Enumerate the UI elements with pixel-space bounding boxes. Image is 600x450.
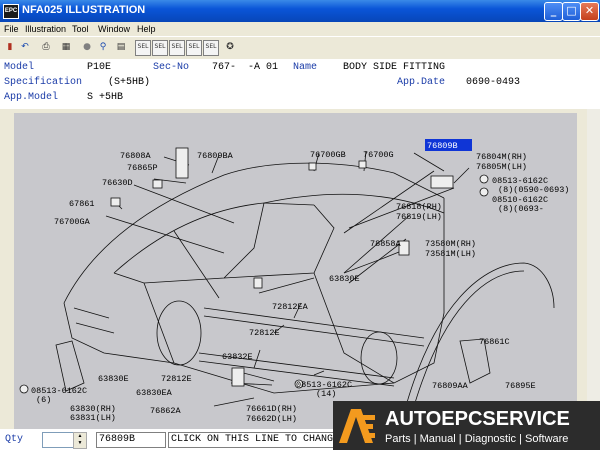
callout-63830E-a[interactable]: 63830E — [329, 274, 360, 284]
callout-labels: 76808A 76865P 76809BA 76700GB 76700G 768… — [31, 141, 569, 424]
callout-76808A[interactable]: 76808A — [120, 151, 152, 161]
brand-name: AUTOEPCSERVICE — [385, 408, 570, 430]
print-icon[interactable]: ⎙ — [39, 40, 53, 54]
callout-76809B[interactable]: 76809B — [427, 141, 458, 151]
info-panel: Model P10E Sec-No 767- -A 01 Name BODY S… — [0, 59, 600, 109]
menu-window[interactable]: Window — [98, 24, 130, 34]
callout-08513-qty[interactable]: (8)(0590-0693) — [498, 185, 569, 195]
callout-76700G[interactable]: 76700G — [363, 150, 394, 160]
callout-08510-qty[interactable]: (8)(0693- — [498, 204, 544, 214]
callout-76818[interactable]: 76818(RH) — [396, 202, 442, 212]
sel-button-2[interactable]: SEL — [152, 40, 168, 56]
callout-08513-b-qty[interactable]: (14) — [316, 389, 336, 399]
callout-76809BA[interactable]: 76809BA — [197, 151, 234, 161]
calculator-icon[interactable]: ▦ — [59, 40, 73, 54]
model-label: Model — [4, 62, 35, 73]
callout-76862A[interactable]: 76862A — [150, 406, 182, 416]
secno-label: Sec-No — [153, 62, 190, 73]
callout-72812EA[interactable]: 72812EA — [272, 302, 309, 312]
callout-72812E-b[interactable]: 72812E — [161, 374, 192, 384]
appmodel-value: S +5HB — [87, 92, 124, 103]
vertical-scrollbar[interactable] — [587, 109, 600, 429]
illustration-area: 76808A 76865P 76809BA 76700GB 76700G 768… — [0, 109, 600, 429]
brand-banner: AUTOEPCSERVICE Parts | Manual | Diagnost… — [333, 401, 600, 450]
brand-tagline: Parts | Manual | Diagnostic | Software — [385, 433, 569, 445]
callout-76661D[interactable]: 76661D(RH) — [246, 404, 297, 414]
callout-73580M[interactable]: 73580M(RH) — [425, 239, 476, 249]
sel-button-4[interactable]: SEL — [186, 40, 202, 56]
car-outline — [55, 150, 555, 414]
spec-label: Specification — [4, 77, 83, 88]
callout-76819[interactable]: 76819(LH) — [396, 212, 442, 222]
callout-63830E-b[interactable]: 63830E — [98, 374, 129, 384]
title-bar: EPC NFA025 ILLUSTRATION _ □ ✕ — [0, 0, 600, 22]
callout-72812E-a[interactable]: 72812E — [249, 328, 280, 338]
part-number-field[interactable]: 76809B — [96, 432, 166, 448]
appmodel-label: App.Model — [4, 92, 59, 103]
callout-08513-c-qty[interactable]: (6) — [36, 395, 51, 405]
menu-file[interactable]: File — [4, 24, 19, 34]
menu-tool[interactable]: Tool — [72, 24, 89, 34]
callout-76805M[interactable]: 76805M(LH) — [476, 162, 527, 172]
brand-logo-icon — [339, 409, 375, 443]
change-line-field[interactable]: CLICK ON THIS LINE TO CHANGE — [168, 432, 338, 448]
callout-76809AA[interactable]: 76809AA — [432, 381, 469, 391]
parts-illustration[interactable]: 76808A 76865P 76809BA 76700GB 76700G 768… — [14, 113, 577, 429]
appdate-value: 0690-0493 — [466, 77, 521, 88]
callout-73581M[interactable]: 73581M(LH) — [425, 249, 476, 259]
minimize-button[interactable]: _ — [544, 2, 563, 21]
callout-67861[interactable]: 67861 — [69, 199, 95, 209]
spec-value: (S+5HB) — [108, 77, 151, 88]
toolbar: ▮ ↶ ⎙ ▦ ● ⚲ ▤ SEL SEL SEL SEL SEL ✪ — [0, 36, 600, 60]
dot-icon[interactable]: ● — [80, 40, 94, 54]
app-icon: EPC — [3, 4, 19, 19]
callout-76700GA[interactable]: 76700GA — [54, 217, 91, 227]
callout-76865P[interactable]: 76865P — [127, 163, 158, 173]
light-bulb-icon[interactable]: ✪ — [223, 40, 237, 54]
callout-78858A[interactable]: 78858A — [370, 239, 402, 249]
callout-76700GB[interactable]: 76700GB — [310, 150, 346, 160]
sel-button-3[interactable]: SEL — [169, 40, 185, 56]
exit-icon[interactable]: ▮ — [3, 40, 17, 54]
window-title: NFA025 ILLUSTRATION — [22, 4, 146, 16]
menu-illustration[interactable]: Illustration — [25, 24, 66, 34]
back-icon[interactable]: ↶ — [18, 40, 32, 54]
model-value: P10E — [87, 62, 112, 73]
secno-value: 767- -A 01 — [212, 62, 279, 73]
qty-label: Qty — [5, 434, 24, 445]
name-value: BODY SIDE FITTING — [343, 62, 446, 73]
name-label: Name — [293, 62, 318, 73]
qty-spinner[interactable]: ▲ ▼ — [73, 432, 87, 449]
qty-input[interactable] — [42, 432, 74, 448]
callout-76804M[interactable]: 76804M(RH) — [476, 152, 527, 162]
callout-63831-lh[interactable]: 63831(LH) — [70, 413, 116, 423]
book-icon[interactable]: ▤ — [114, 40, 128, 54]
sel-button-1[interactable]: SEL — [135, 40, 151, 56]
callout-76662D[interactable]: 76662D(LH) — [246, 414, 297, 424]
sel-button-5[interactable]: SEL — [203, 40, 219, 56]
menu-help[interactable]: Help — [137, 24, 156, 34]
menu-bar: File Illustration Tool Window Help — [0, 22, 600, 36]
callout-76895E[interactable]: 76895E — [505, 381, 536, 391]
maximize-button[interactable]: □ — [562, 2, 581, 21]
callout-63832E[interactable]: 63832E — [222, 352, 253, 362]
callout-63830EA[interactable]: 63830EA — [136, 388, 173, 398]
search-icon[interactable]: ⚲ — [96, 40, 110, 54]
appdate-label: App.Date — [397, 77, 446, 88]
close-button[interactable]: ✕ — [580, 2, 599, 21]
callout-76861C[interactable]: 76861C — [479, 337, 510, 347]
callout-76630D[interactable]: 76630D — [102, 178, 133, 188]
